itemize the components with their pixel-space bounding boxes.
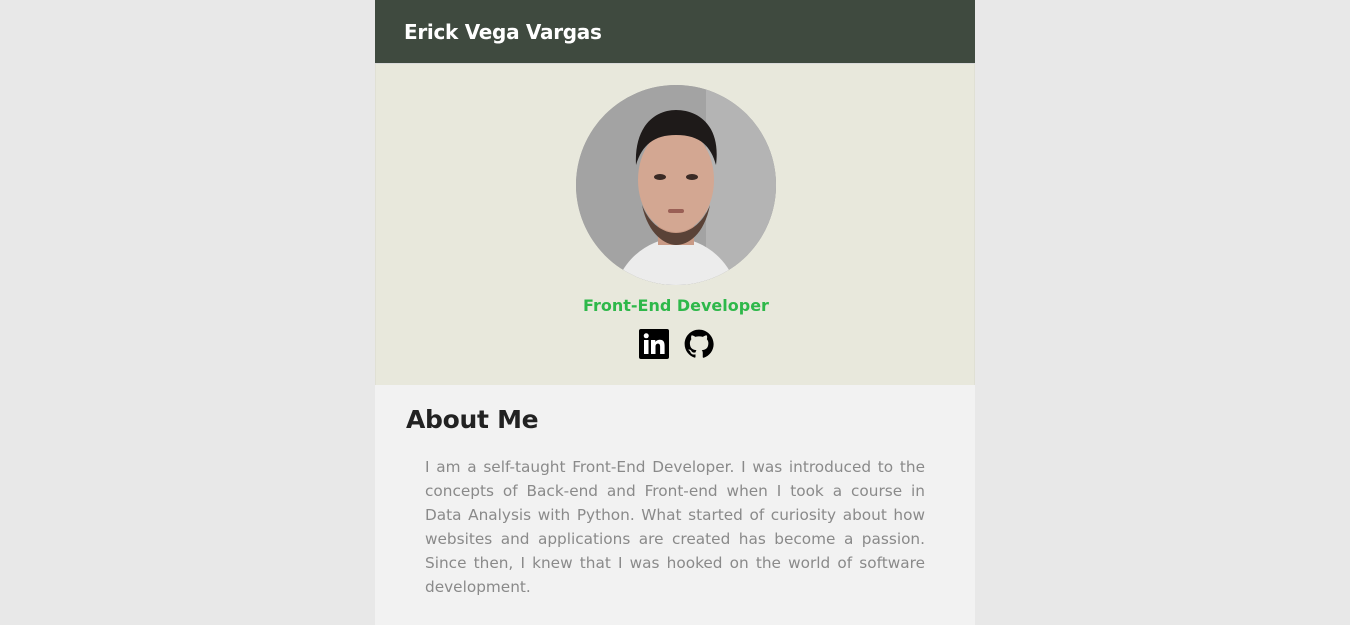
portfolio-page: Erick Vega Vargas Front-End Developer Ab… xyxy=(375,0,975,625)
linkedin-icon[interactable] xyxy=(638,329,669,359)
site-title[interactable]: Erick Vega Vargas xyxy=(404,20,602,44)
about-text: I am a self-taught Front-End Developer. … xyxy=(425,458,925,596)
github-icon[interactable] xyxy=(684,329,714,359)
about-section: About Me I am a self-taught Front-End De… xyxy=(375,385,975,599)
profile-avatar xyxy=(576,85,776,285)
portrait-photo xyxy=(576,85,776,285)
about-heading: About Me xyxy=(406,405,539,434)
profile-role: Front-End Developer xyxy=(583,296,769,315)
social-links xyxy=(376,329,976,359)
site-header: Erick Vega Vargas xyxy=(375,0,975,64)
profile-section: Front-End Developer xyxy=(375,64,975,385)
